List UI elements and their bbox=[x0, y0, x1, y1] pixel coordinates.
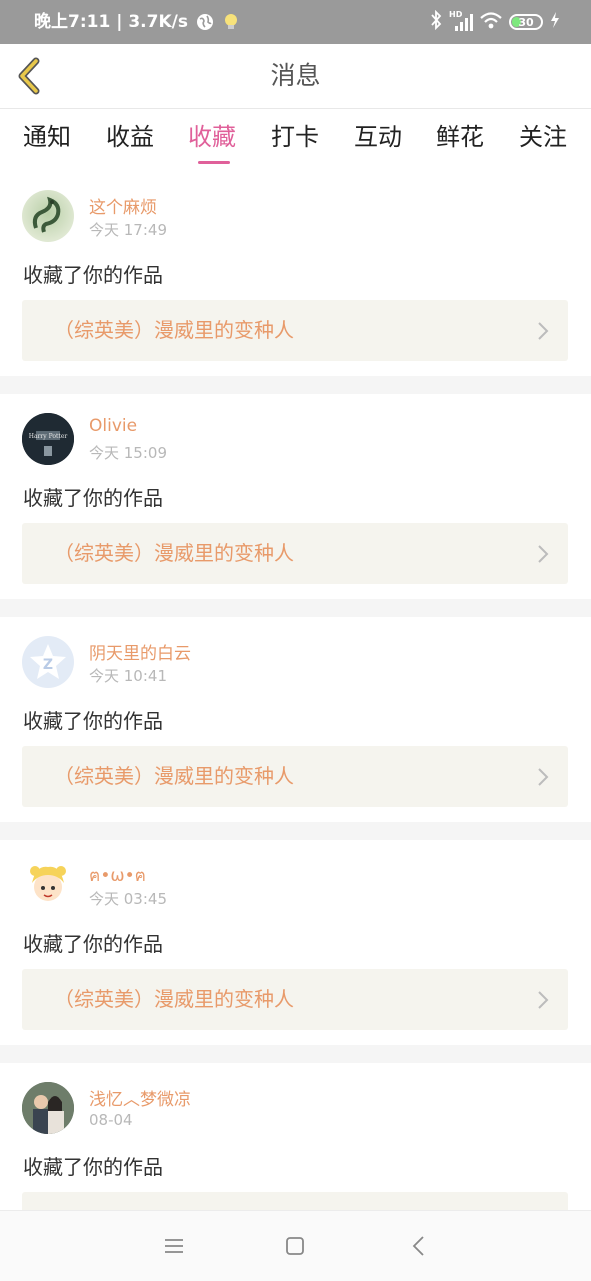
timestamp: 今天 15:09 bbox=[89, 444, 167, 462]
back-nav-button[interactable] bbox=[406, 1233, 432, 1259]
work-title: （综英美）漫威里的变种人 bbox=[54, 541, 294, 565]
svg-text:Z: Z bbox=[43, 657, 53, 673]
active-tab-indicator bbox=[198, 161, 230, 164]
tab-checkin[interactable]: 打卡 bbox=[260, 117, 330, 163]
menu-icon bbox=[165, 1239, 183, 1253]
work-link[interactable]: （综英美）漫威里的变种人 bbox=[22, 969, 568, 1030]
back-icon bbox=[412, 1236, 424, 1256]
tab-notifications[interactable]: 通知 bbox=[12, 117, 82, 163]
status-bar: 晚上7:11 | 3.7K/s HD 30 bbox=[0, 0, 591, 44]
action-text: 收藏了你的作品 bbox=[23, 486, 163, 510]
wifi-icon bbox=[479, 10, 503, 34]
home-button[interactable] bbox=[282, 1233, 308, 1259]
avatar[interactable]: Harry Potter bbox=[22, 413, 74, 465]
work-title: （综英美）漫威里的变种人 bbox=[54, 764, 294, 788]
bluetooth-icon bbox=[429, 9, 443, 34]
work-link[interactable]: （综英美）漫威里的变种人 bbox=[22, 300, 568, 361]
avatar[interactable]: Z bbox=[22, 636, 74, 688]
work-link[interactable]: （综英美）漫威里的变种人 bbox=[22, 746, 568, 807]
work-title: （综英美）漫威里的变种人 bbox=[54, 318, 294, 342]
tab-label: 打卡 bbox=[271, 123, 319, 151]
divider bbox=[0, 822, 591, 840]
navigation-bar bbox=[0, 1210, 591, 1281]
avatar[interactable] bbox=[22, 1082, 74, 1134]
home-icon bbox=[286, 1237, 304, 1255]
battery-level: 30 bbox=[518, 15, 534, 29]
username[interactable]: 这个麻烦 bbox=[89, 193, 157, 218]
tab-interactions[interactable]: 互动 bbox=[343, 117, 413, 163]
chevron-right-icon bbox=[538, 322, 549, 340]
tab-label: 关注 bbox=[519, 123, 567, 151]
chevron-right-icon bbox=[538, 991, 549, 1009]
globe-icon bbox=[196, 13, 214, 31]
feed-item: Z 阴天里的白云 今天 10:41 收藏了你的作品 （综英美）漫威里的变种人 bbox=[0, 617, 591, 822]
tab-following[interactable]: 关注 bbox=[508, 117, 578, 163]
menu-button[interactable] bbox=[161, 1233, 187, 1259]
chevron-right-icon bbox=[538, 768, 549, 786]
username[interactable]: 浅忆︿梦微凉 bbox=[89, 1085, 191, 1110]
timestamp: 今天 03:45 bbox=[89, 890, 167, 908]
timestamp: 08-04 bbox=[89, 1111, 133, 1129]
divider bbox=[0, 1045, 591, 1063]
avatar[interactable] bbox=[22, 859, 74, 911]
divider bbox=[0, 376, 591, 394]
username[interactable]: ฅ•ω•ฅ bbox=[89, 862, 146, 889]
tab-label: 鲜花 bbox=[436, 123, 484, 151]
page-title: 消息 bbox=[270, 61, 321, 90]
svg-text:Harry Potter: Harry Potter bbox=[29, 433, 68, 440]
status-left: 晚上7:11 | 3.7K/s bbox=[34, 0, 240, 44]
tab-favorites[interactable]: 收藏 bbox=[177, 117, 247, 164]
action-text: 收藏了你的作品 bbox=[23, 709, 163, 733]
tab-label: 互动 bbox=[354, 123, 402, 151]
chevron-right-icon bbox=[538, 545, 549, 563]
tab-label: 通知 bbox=[23, 123, 71, 151]
lightbulb-icon bbox=[222, 12, 240, 32]
work-link[interactable]: （综英美）漫威里的变种人 bbox=[22, 523, 568, 584]
username[interactable]: Olivie bbox=[89, 416, 137, 436]
action-text: 收藏了你的作品 bbox=[23, 932, 163, 956]
work-title: （综英美）漫威里的变种人 bbox=[54, 987, 294, 1011]
tab-label: 收益 bbox=[106, 123, 154, 151]
feed-item: 这个麻烦 今天 17:49 收藏了你的作品 （综英美）漫威里的变种人 bbox=[0, 171, 591, 376]
battery-icon: 30 bbox=[509, 14, 543, 30]
tab-label: 收藏 bbox=[188, 123, 236, 151]
charging-icon bbox=[549, 11, 561, 33]
avatar[interactable] bbox=[22, 190, 74, 242]
action-text: 收藏了你的作品 bbox=[23, 1155, 163, 1179]
action-text: 收藏了你的作品 bbox=[23, 263, 163, 287]
tab-flowers[interactable]: 鲜花 bbox=[425, 117, 495, 163]
header: 消息 bbox=[0, 44, 591, 109]
favorites-feed: 这个麻烦 今天 17:49 收藏了你的作品 （综英美）漫威里的变种人 Harry… bbox=[0, 171, 591, 1268]
feed-item: Harry Potter Olivie 今天 15:09 收藏了你的作品 （综英… bbox=[0, 394, 591, 599]
tab-earnings[interactable]: 收益 bbox=[95, 117, 165, 163]
tab-bar: 通知 收益 收藏 打卡 互动 鲜花 关注 bbox=[0, 109, 591, 171]
divider bbox=[0, 599, 591, 617]
username[interactable]: 阴天里的白云 bbox=[89, 639, 191, 664]
status-time-speed: 晚上7:11 | 3.7K/s bbox=[34, 12, 188, 32]
signal-icon: HD bbox=[449, 10, 473, 33]
feed-item: ฅ•ω•ฅ 今天 03:45 收藏了你的作品 （综英美）漫威里的变种人 bbox=[0, 840, 591, 1045]
status-right: HD 30 bbox=[429, 0, 561, 44]
timestamp: 今天 10:41 bbox=[89, 667, 167, 685]
timestamp: 今天 17:49 bbox=[89, 221, 167, 239]
